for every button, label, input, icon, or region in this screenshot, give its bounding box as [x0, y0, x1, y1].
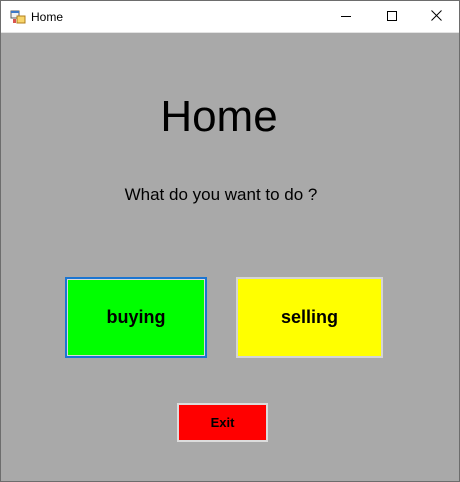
minimize-icon: [341, 8, 351, 26]
title-bar[interactable]: Home: [1, 1, 459, 33]
close-button[interactable]: [413, 1, 459, 32]
question-label: What do you want to do ?: [124, 185, 318, 204]
page-heading: Home: [160, 92, 278, 141]
minimize-button[interactable]: [323, 1, 369, 32]
window-title: Home: [31, 10, 64, 24]
form-client-area: Home What do you want to do ? buying sel…: [1, 33, 459, 481]
exit-button-label: Exit: [210, 415, 235, 430]
app-form-icon[interactable]: [10, 9, 26, 25]
home-window: Home Home What do you want to do ? buyin…: [0, 0, 460, 482]
selling-button-label: selling: [280, 307, 338, 327]
close-icon: [430, 8, 442, 26]
selling-button[interactable]: selling: [236, 277, 383, 358]
maximize-icon: [387, 8, 397, 26]
buying-button-label: buying: [106, 307, 166, 327]
maximize-button[interactable]: [369, 1, 415, 32]
exit-button[interactable]: Exit: [177, 403, 268, 442]
buying-button[interactable]: buying: [65, 277, 207, 358]
